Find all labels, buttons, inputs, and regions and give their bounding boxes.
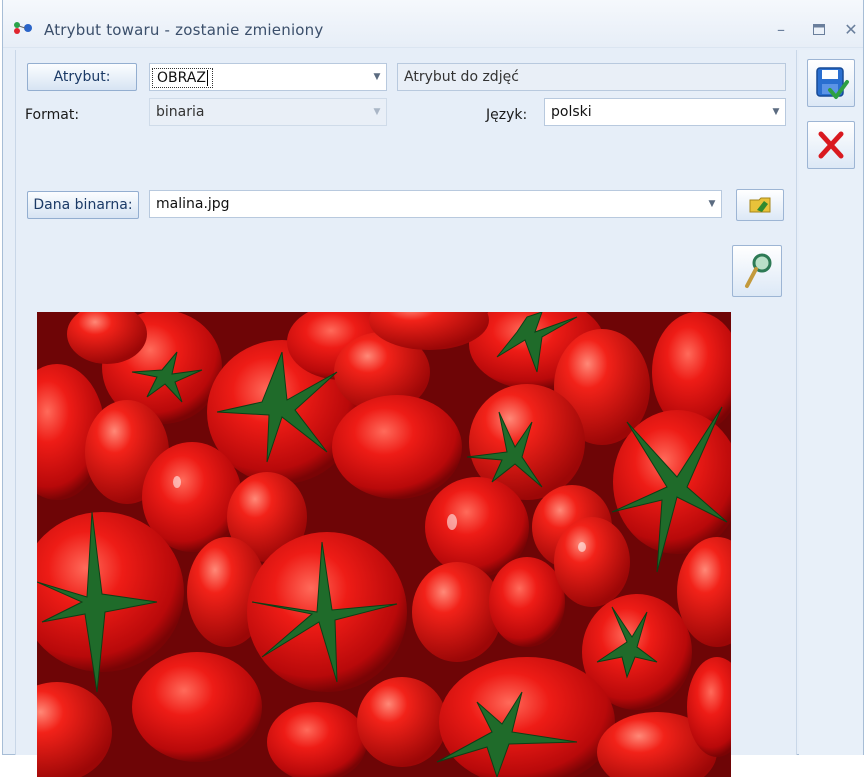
format-combo: binaria ▼ — [149, 98, 387, 126]
preview-button[interactable] — [732, 245, 782, 297]
app-icon — [14, 22, 32, 34]
jezyk-value: polski — [551, 104, 592, 120]
atrybut-combo[interactable]: OBRAZ ▼ — [149, 63, 387, 91]
magnifier-icon — [745, 253, 772, 288]
maximize-icon[interactable] — [809, 20, 829, 40]
dana-binarna-value: malina.jpg — [156, 196, 230, 212]
dana-binarna-combo[interactable]: malina.jpg ▼ — [149, 190, 722, 218]
tomatoes-photo — [37, 312, 731, 777]
jezyk-label: Język: — [486, 107, 528, 123]
form-panel: Atrybut: OBRAZ ▼ Atrybut do zdjęć Format… — [15, 50, 797, 777]
format-value: binaria — [156, 104, 205, 120]
window-title: Atrybut towaru - zostanie zmieniony — [44, 21, 324, 39]
atrybut-button[interactable]: Atrybut: — [27, 63, 137, 91]
action-panel — [799, 50, 863, 755]
format-label: Format: — [25, 107, 80, 123]
chevron-down-icon[interactable]: ▼ — [368, 64, 386, 90]
close-icon[interactable]: ✕ — [841, 20, 861, 40]
chevron-down-icon: ▼ — [373, 107, 381, 117]
title-bar: Atrybut towaru - zostanie zmieniony – ✕ — [3, 0, 863, 48]
atrybut-value: OBRAZ — [152, 68, 213, 88]
minimize-icon[interactable]: – — [771, 20, 791, 40]
dana-binarna-button[interactable]: Dana binarna: — [27, 191, 139, 219]
dialog-window: Atrybut towaru - zostanie zmieniony – ✕ … — [2, 0, 864, 777]
jezyk-combo[interactable]: polski ▼ — [544, 98, 786, 126]
cancel-icon — [818, 131, 844, 159]
tomatoes-image — [37, 312, 731, 777]
chevron-down-icon[interactable]: ▼ — [703, 191, 721, 217]
save-icon — [816, 67, 849, 99]
cancel-button[interactable] — [807, 121, 855, 169]
chevron-down-icon[interactable]: ▼ — [767, 99, 785, 125]
atrybut-description-field: Atrybut do zdjęć — [397, 63, 786, 91]
save-button[interactable] — [807, 59, 855, 107]
attach-file-button[interactable] — [736, 189, 784, 221]
attach-file-icon — [749, 197, 771, 213]
